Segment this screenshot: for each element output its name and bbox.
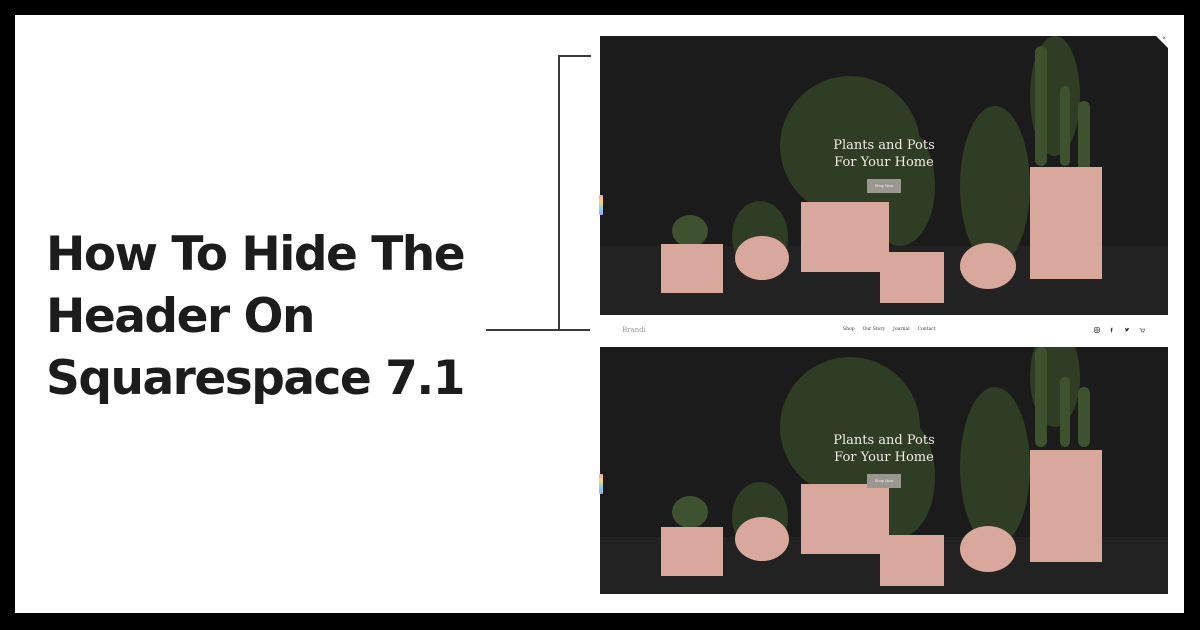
plants-scene-image [600,36,1168,315]
connector-top-line [558,55,591,57]
shop-now-button[interactable]: Shop Now [867,474,901,488]
twitter-icon[interactable] [1124,327,1130,333]
nav-links: Shop Our Story Journal Contact [843,327,936,332]
hero-title-line-2: For Your Home [834,155,934,170]
hero-title: Plants and Pots For Your Home [600,432,1168,466]
nav-link-journal[interactable]: Journal [893,327,910,332]
site-header: Brandi Shop Our Story Journal Contact [600,315,1168,347]
cart-icon[interactable] [1139,327,1145,333]
connector-middle-line [486,329,590,331]
nav-icons [1094,327,1145,333]
hero-title-line-2: For Your Home [834,450,934,465]
connector-vertical-line [558,56,560,331]
hero-screenshot-bottom: Plants and Pots For Your Home Shop Now [600,347,1168,594]
headline-line-2: Header On [46,289,315,344]
nav-link-contact[interactable]: Contact [918,327,936,332]
side-tab-top[interactable] [599,195,603,215]
side-tab-bottom[interactable] [599,474,603,494]
hero-title-line-1: Plants and Pots [833,138,935,153]
hero-title: Plants and Pots For Your Home [600,137,1168,171]
instagram-icon[interactable] [1094,327,1100,333]
hero-title-line-1: Plants and Pots [833,433,935,448]
facebook-icon[interactable] [1109,327,1115,333]
headline-line-3: Squarespace 7.1 [46,351,465,406]
plants-scene-image [600,347,1168,594]
headline-line-1: How To Hide The [46,227,466,282]
site-logo[interactable]: Brandi [622,326,646,334]
nav-link-our-story[interactable]: Our Story [863,327,885,332]
headline: How To Hide The Header On Squarespace 7.… [46,224,516,410]
close-icon[interactable]: × [1162,36,1166,43]
hero-screenshot-top: Plants and Pots For Your Home Shop Now × [600,36,1168,315]
nav-link-shop[interactable]: Shop [843,327,855,332]
shop-now-button[interactable]: Shop Now [867,179,901,193]
